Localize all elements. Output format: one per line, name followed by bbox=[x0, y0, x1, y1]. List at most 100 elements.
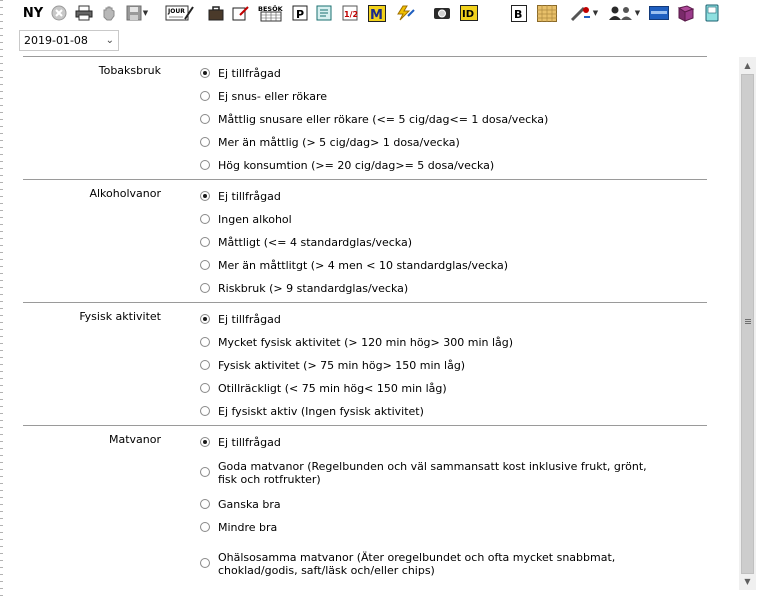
grip-line bbox=[745, 321, 751, 322]
notes-button[interactable] bbox=[314, 3, 334, 23]
new-button[interactable]: NY bbox=[22, 3, 44, 23]
id-button[interactable]: ID bbox=[458, 3, 480, 23]
vertical-scrollbar[interactable]: ▲ ▼ bbox=[739, 57, 756, 590]
m-button[interactable]: M bbox=[367, 3, 387, 23]
measurement-button[interactable]: ▼ bbox=[566, 3, 602, 23]
radio-option-label: Ej tillfrågad bbox=[218, 67, 281, 80]
radio-option-label: Ej snus- eller rökare bbox=[218, 90, 328, 103]
radio-button[interactable] bbox=[200, 499, 210, 509]
section-divider bbox=[23, 179, 707, 180]
visit-schedule-button[interactable]: BESÖK bbox=[256, 3, 286, 23]
radio-option-label: Ej tillfrågad bbox=[218, 436, 281, 449]
numbers-icon: 1/2 bbox=[342, 5, 358, 21]
radio-button[interactable] bbox=[200, 406, 210, 416]
briefcase-button[interactable] bbox=[206, 3, 226, 23]
radio-option-label: Mer än måttlitgt (> 4 men < 10 standardg… bbox=[218, 259, 508, 272]
chevron-down-icon: ▼ bbox=[634, 9, 641, 17]
journal-text: JOUR bbox=[167, 8, 185, 15]
section-divider bbox=[23, 302, 707, 303]
radio-button[interactable] bbox=[200, 467, 210, 477]
radio-option-label: Hög konsumtion (>= 20 cig/dag>= 5 dosa/v… bbox=[218, 159, 495, 172]
radio-button[interactable] bbox=[200, 91, 210, 101]
radio-button-checked[interactable] bbox=[200, 437, 210, 447]
people-button[interactable]: ▼ bbox=[604, 3, 644, 23]
radio-button-checked[interactable] bbox=[200, 314, 210, 324]
section-label-alkoholvanor: Alkoholvanor bbox=[89, 187, 161, 200]
people-icon bbox=[608, 6, 632, 20]
cancel-icon bbox=[51, 5, 67, 21]
date-select[interactable]: 2019-01-08 ⌄ bbox=[19, 30, 119, 51]
radio-button[interactable] bbox=[200, 383, 210, 393]
radio-button[interactable] bbox=[200, 337, 210, 347]
section-label-tobaksbruk: Tobaksbruk bbox=[98, 64, 161, 77]
radio-button-checked[interactable] bbox=[200, 68, 210, 78]
radio-option-label: Ohälsosamma matvanor (Äter oregelbundet … bbox=[218, 551, 616, 577]
notes-icon bbox=[316, 5, 332, 21]
radio-option-label: Måttlig snusare eller rökare (<= 5 cig/d… bbox=[218, 113, 549, 126]
cancel-button[interactable] bbox=[50, 3, 68, 23]
chevron-down-icon: ▼ bbox=[592, 9, 599, 17]
radio-button[interactable] bbox=[200, 137, 210, 147]
card-button[interactable] bbox=[648, 3, 670, 23]
chevron-down-icon: ▼ bbox=[142, 9, 149, 17]
phone-icon bbox=[705, 4, 719, 22]
edit-note-icon bbox=[232, 6, 249, 21]
save-button[interactable]: ▼ bbox=[124, 3, 150, 23]
briefcase-icon bbox=[208, 6, 224, 21]
radio-button-checked[interactable] bbox=[200, 191, 210, 201]
scrollbar-thumb[interactable] bbox=[741, 74, 754, 574]
numbers-button[interactable]: 1/2 bbox=[340, 3, 360, 23]
m-icon: M bbox=[368, 4, 386, 22]
window-left-edge bbox=[0, 0, 3, 610]
radio-button[interactable] bbox=[200, 522, 210, 532]
lifestyle-form: 2019-01-08 ⌄ Tobaksbruk Ej tillfrågad Ej… bbox=[10, 28, 756, 600]
b-button[interactable]: B bbox=[509, 3, 529, 23]
camera-button[interactable] bbox=[432, 3, 452, 23]
radio-button[interactable] bbox=[200, 160, 210, 170]
chevron-down-icon: ⌄ bbox=[105, 35, 114, 46]
lightning-button[interactable] bbox=[393, 3, 417, 23]
visit-schedule-icon: BESÖK bbox=[258, 4, 284, 22]
radio-button[interactable] bbox=[200, 360, 210, 370]
radio-button[interactable] bbox=[200, 260, 210, 270]
phone-button[interactable] bbox=[702, 3, 722, 23]
radio-option-label: Goda matvanor (Regelbunden och väl samma… bbox=[218, 460, 647, 486]
radio-option-label: Ej fysiskt aktiv (Ingen fysisk aktivitet… bbox=[218, 405, 424, 418]
p-document-button[interactable]: P bbox=[290, 3, 310, 23]
m-text: M bbox=[370, 8, 383, 22]
radio-button[interactable] bbox=[200, 558, 210, 568]
journal-button[interactable]: JOUR bbox=[164, 3, 196, 23]
radio-option-label: Riskbruk (> 9 standardglas/vecka) bbox=[218, 282, 409, 295]
radio-option-label: Ej tillfrågad bbox=[218, 190, 281, 203]
hand-button[interactable] bbox=[99, 3, 119, 23]
radio-button[interactable] bbox=[200, 237, 210, 247]
id-icon: ID bbox=[460, 5, 478, 21]
print-icon bbox=[75, 5, 93, 21]
radio-option-label: Fysisk aktivitet (> 75 min hög> 150 min … bbox=[218, 359, 466, 372]
scroll-up-arrow-icon[interactable]: ▲ bbox=[739, 57, 756, 74]
book-button[interactable] bbox=[676, 3, 696, 23]
edit-note-button[interactable] bbox=[231, 3, 251, 23]
p-text: P bbox=[296, 8, 304, 21]
toolbar: NY ▼ JOUR BESÖK P 1/2 M ID B ▼ ▼ bbox=[0, 0, 764, 27]
radio-button[interactable] bbox=[200, 283, 210, 293]
section-divider bbox=[23, 56, 707, 57]
measurement-icon bbox=[570, 6, 590, 21]
b-text: B bbox=[514, 8, 522, 21]
date-value: 2019-01-08 bbox=[24, 34, 88, 47]
grid-button[interactable] bbox=[536, 3, 558, 23]
print-button[interactable] bbox=[74, 3, 94, 23]
scroll-down-arrow-icon[interactable]: ▼ bbox=[739, 573, 756, 590]
radio-button[interactable] bbox=[200, 214, 210, 224]
section-label-matvanor: Matvanor bbox=[108, 433, 161, 446]
radio-button[interactable] bbox=[200, 114, 210, 124]
radio-option-label: Ganska bra bbox=[218, 498, 281, 511]
journal-icon: JOUR bbox=[165, 5, 194, 21]
book-icon bbox=[677, 4, 695, 22]
save-icon bbox=[126, 5, 142, 21]
radio-option-label: Måttligt (<= 4 standardglas/vecka) bbox=[218, 236, 413, 249]
radio-option-label: Otillräckligt (< 75 min hög< 150 min låg… bbox=[218, 382, 447, 395]
grip-line bbox=[745, 319, 751, 320]
radio-option-label: Mindre bra bbox=[218, 521, 278, 534]
grip-line bbox=[745, 323, 751, 324]
